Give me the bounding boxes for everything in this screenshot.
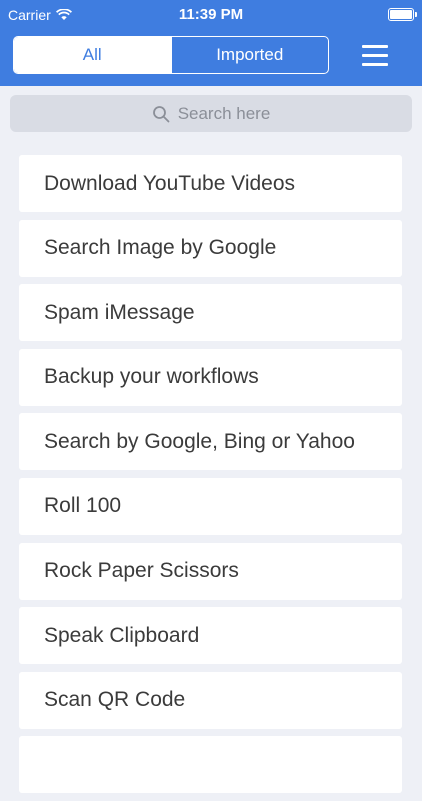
workflow-item[interactable]: Search Image by Google <box>19 219 402 277</box>
filter-segmented-control: All Imported <box>13 36 329 74</box>
workflow-item[interactable]: Scan QR Code <box>19 671 402 729</box>
search-field[interactable]: Search here <box>10 95 412 132</box>
workflow-item[interactable]: Download YouTube Videos <box>19 155 402 212</box>
workflow-item[interactable] <box>19 736 402 794</box>
battery-icon <box>388 8 417 21</box>
tab-all[interactable]: All <box>14 37 171 73</box>
app-header: Carrier 11:39 PM All Imported <box>0 0 422 86</box>
search-placeholder: Search here <box>177 103 271 123</box>
tab-imported[interactable]: Imported <box>170 37 329 73</box>
workflow-item[interactable]: Roll 100 <box>19 477 402 535</box>
battery-level <box>390 10 412 19</box>
workflow-item[interactable]: Speak Clipboard <box>19 607 402 665</box>
workflow-item[interactable]: Backup your workflows <box>19 348 402 406</box>
workflow-item[interactable]: Search by Google, Bing or Yahoo <box>19 413 402 471</box>
status-time: 11:39 PM <box>178 6 244 23</box>
hamburger-icon[interactable] <box>358 40 392 70</box>
status-bar: Carrier 11:39 PM <box>0 0 422 30</box>
workflow-list: Download YouTube Videos Search Image by … <box>19 155 402 801</box>
workflow-item[interactable]: Spam iMessage <box>19 284 402 342</box>
workflow-item[interactable]: Rock Paper Scissors <box>19 542 402 600</box>
search-icon <box>152 105 170 122</box>
